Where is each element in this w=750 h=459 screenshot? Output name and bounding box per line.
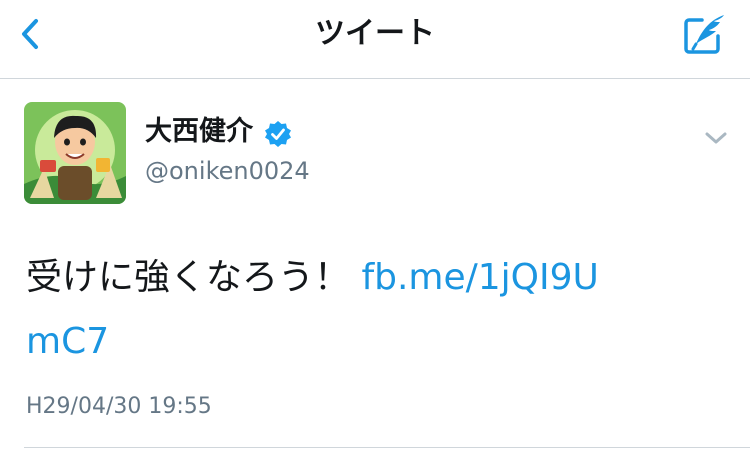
verified-badge-icon [264,120,292,148]
avatar[interactable] [24,102,126,204]
tweet-timestamp: H29/04/30 19:55 [26,394,212,419]
divider [24,447,750,448]
user-handle[interactable]: @oniken0024 [145,154,310,188]
chevron-down-icon[interactable] [700,124,732,152]
tweet-text: 受けに強くなろう！ [26,257,362,298]
top-navigation-bar: ツイート [0,0,750,79]
compose-tweet-icon[interactable] [680,12,728,58]
user-display-name[interactable]: 大西健介 [145,113,253,151]
tweet-body: 受けに強くなろう！ fb.me/1jQI9UmC7 [26,246,626,374]
page-title: ツイート [315,16,435,51]
